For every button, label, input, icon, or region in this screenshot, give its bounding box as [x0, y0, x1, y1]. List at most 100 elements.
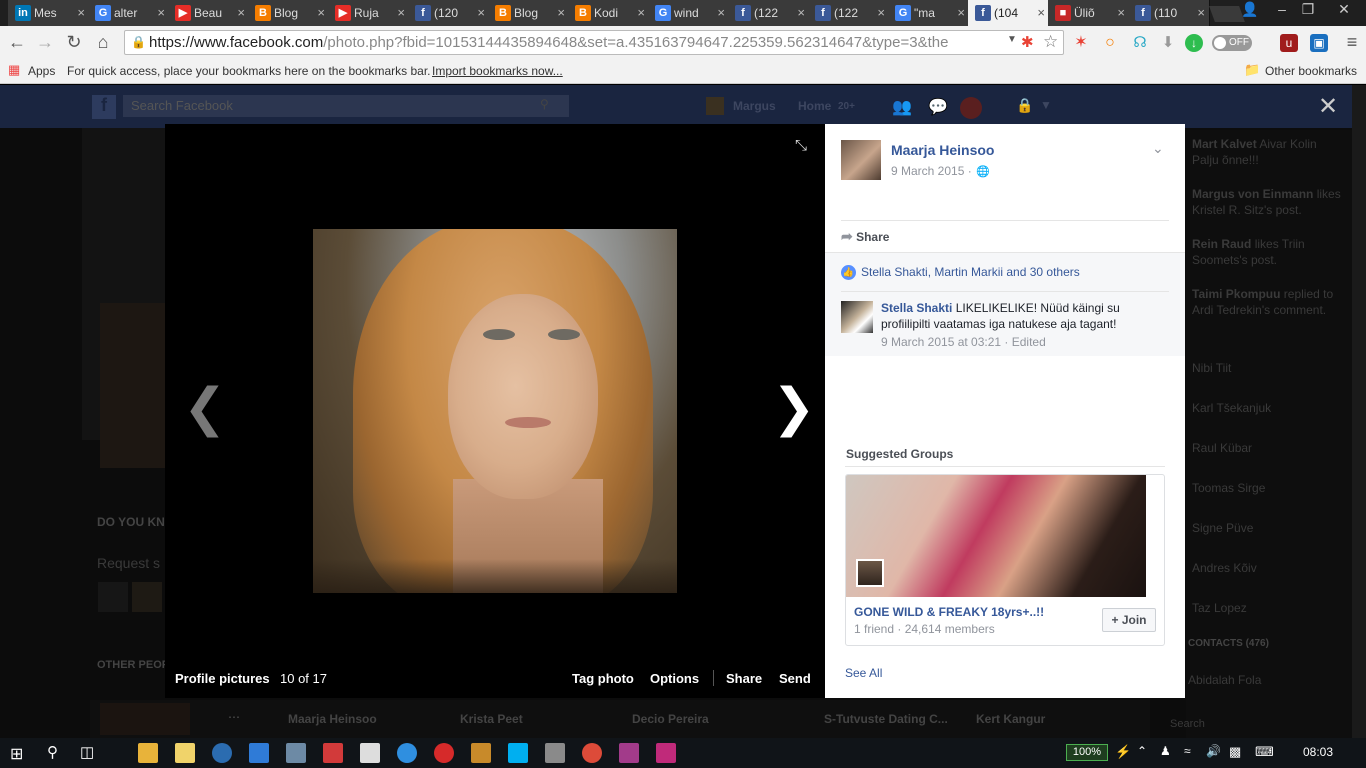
store-icon[interactable]	[360, 743, 380, 763]
post-date[interactable]: 9 March 2015 ·	[891, 164, 972, 178]
update-icon[interactable]: ↓	[1185, 34, 1203, 52]
next-photo-icon[interactable]: ❯	[772, 382, 816, 434]
browser-tab[interactable]: f (104 ×	[968, 0, 1050, 26]
minimize-button[interactable]: –	[1268, 0, 1296, 20]
toggle-switch[interactable]: OFF	[1212, 35, 1252, 51]
author-name[interactable]: Maarja Heinsoo	[891, 142, 994, 158]
ticker-item[interactable]: Margus von Einmann likes Kristel R. Sitz…	[1192, 186, 1342, 218]
chevron-down-icon[interactable]: ⌄	[1152, 140, 1164, 157]
comment-meta[interactable]: 9 March 2015 at 03:21 · Edited	[881, 335, 1046, 349]
task-view-icon[interactable]: ◫	[80, 743, 94, 761]
close-tab-icon[interactable]: ×	[1037, 0, 1045, 26]
browser-tab[interactable]: ▶ Beau ×	[168, 0, 250, 26]
group-name[interactable]: GONE WILD & FREAKY 18yrs+..!!	[854, 605, 1044, 619]
browser-tab[interactable]: Galter ×	[88, 0, 170, 26]
chat-tab[interactable]: Maarja Heinsoo	[288, 712, 377, 726]
close-tab-icon[interactable]: ×	[157, 0, 165, 26]
menu-icon[interactable]: ≡	[1341, 32, 1363, 54]
globe-app-icon[interactable]	[212, 743, 232, 763]
home-link[interactable]: Home	[798, 99, 831, 113]
privacy-shortcuts-icon[interactable]: 🔒	[1016, 97, 1033, 114]
chat-search-input[interactable]: Search	[1170, 718, 1205, 730]
request-link[interactable]: Request s	[97, 555, 160, 571]
browser-tab[interactable]: ▶ Ruja ×	[328, 0, 410, 26]
browser-tab[interactable]: f (122 ×	[808, 0, 890, 26]
import-bookmarks-link[interactable]: Import bookmarks now...	[432, 64, 563, 78]
skype-icon[interactable]	[508, 743, 528, 763]
action-center-icon[interactable]: ▩	[1229, 744, 1241, 760]
chat-tab[interactable]: Krista Peet	[460, 712, 523, 726]
browser-tab[interactable]: ■ Üliõ ×	[1048, 0, 1130, 26]
browser-tab[interactable]: f (120 ×	[408, 0, 490, 26]
close-tab-icon[interactable]: ×	[77, 0, 85, 26]
close-tab-icon[interactable]: ×	[1117, 0, 1125, 26]
home-button[interactable]: ⌂	[92, 32, 114, 54]
options-button[interactable]: Options	[650, 671, 699, 686]
address-bar[interactable]: 🔒 https://www.facebook.com/photo.php?fbi…	[124, 30, 1064, 55]
app-icon[interactable]	[545, 743, 565, 763]
contact-item[interactable]: Taz Lopez	[1192, 601, 1247, 615]
reload-button[interactable]: ↻	[63, 32, 85, 54]
media-app-icon[interactable]	[471, 743, 491, 763]
file-explorer-icon[interactable]	[138, 743, 158, 763]
battery-indicator[interactable]: 100%	[1066, 744, 1108, 761]
user-avatar[interactable]	[706, 97, 724, 115]
previous-photo-icon[interactable]: ❮	[183, 382, 227, 434]
chevron-up-icon[interactable]: ⌃	[1137, 744, 1147, 758]
browser-tab[interactable]: G "ma ×	[888, 0, 970, 26]
chrome-icon[interactable]	[582, 743, 602, 763]
browser-tab[interactable]: B Blog ×	[248, 0, 330, 26]
author-avatar[interactable]	[841, 140, 881, 180]
bookmark-star-icon[interactable]: ☆	[1043, 32, 1058, 52]
close-tab-icon[interactable]: ×	[397, 0, 405, 26]
back-button[interactable]: ←	[6, 32, 28, 54]
ticker-item[interactable]: Taimi Pkompuu replied to Ardi Tedrekin's…	[1192, 286, 1342, 318]
browser-tab[interactable]: B Kodi ×	[568, 0, 650, 26]
globe-icon[interactable]: 🌐	[976, 165, 990, 178]
pymk-avatar[interactable]	[98, 582, 128, 612]
join-group-button[interactable]: + Join	[1102, 608, 1156, 632]
commenter-avatar[interactable]	[841, 301, 873, 333]
chat-tab[interactable]: S-Tutvuste Dating C...	[824, 712, 948, 726]
send-button[interactable]: Send	[779, 671, 811, 686]
ticker-item[interactable]: Rein Raud likes Triin Soomets's post.	[1192, 236, 1342, 268]
close-tab-icon[interactable]: ×	[557, 0, 565, 26]
ticker-item[interactable]: Mart Kalvet Aivar Kolin Palju õnne!!!	[1192, 136, 1342, 168]
contact-item[interactable]: Karl Tšekanjuk	[1192, 401, 1271, 415]
edge-icon[interactable]	[249, 743, 269, 763]
browser-tab[interactable]: in Mes ×	[8, 0, 90, 26]
close-tab-icon[interactable]: ×	[637, 0, 645, 26]
search-icon[interactable]: ⚲	[47, 743, 58, 761]
browser-tab[interactable]: f (122 ×	[728, 0, 810, 26]
tag-photo-button[interactable]: Tag photo	[572, 671, 634, 686]
notes-icon[interactable]	[175, 743, 195, 763]
browser-tab[interactable]: f (110 ×	[1128, 0, 1210, 26]
volume-icon[interactable]: 🔊	[1206, 744, 1221, 758]
profile-photo[interactable]	[313, 229, 677, 593]
video-app-icon[interactable]	[619, 743, 639, 763]
contact-item[interactable]: Toomas Sirge	[1192, 481, 1265, 495]
apps-grid-icon[interactable]: ▦	[8, 62, 20, 78]
forward-button[interactable]: →	[34, 32, 56, 54]
people-icon[interactable]: ♟	[1160, 744, 1171, 758]
contact-item[interactable]: Nibi Tiit	[1192, 361, 1231, 375]
likers-text[interactable]: Stella Shakti, Martin Markii and 30 othe…	[861, 265, 1080, 279]
facebook-logo-icon[interactable]: f	[92, 95, 116, 119]
close-theater-button[interactable]: ✕	[1318, 92, 1338, 121]
fullscreen-icon[interactable]: ⤡	[795, 137, 807, 154]
opera-icon[interactable]	[434, 743, 454, 763]
network-app-icon[interactable]	[286, 743, 306, 763]
app-icon[interactable]	[323, 743, 343, 763]
video-app-icon[interactable]	[656, 743, 676, 763]
profile-icon[interactable]: 👤	[1236, 0, 1264, 20]
hangouts-icon[interactable]: ○	[1101, 34, 1119, 52]
share-button[interactable]: Share	[726, 671, 762, 686]
chat-tab[interactable]: Kert Kangur	[976, 712, 1045, 726]
extension-icon[interactable]: ✱	[1021, 33, 1034, 51]
internet-explorer-icon[interactable]	[397, 743, 417, 763]
share-extension-icon[interactable]: ✶	[1072, 34, 1090, 52]
close-tab-icon[interactable]: ×	[317, 0, 325, 26]
contact-item[interactable]: Abidalah Fola	[1188, 673, 1261, 687]
chat-options-icon[interactable]: ⋯	[228, 710, 240, 724]
chat-tab[interactable]: Decio Pereira	[632, 712, 709, 726]
